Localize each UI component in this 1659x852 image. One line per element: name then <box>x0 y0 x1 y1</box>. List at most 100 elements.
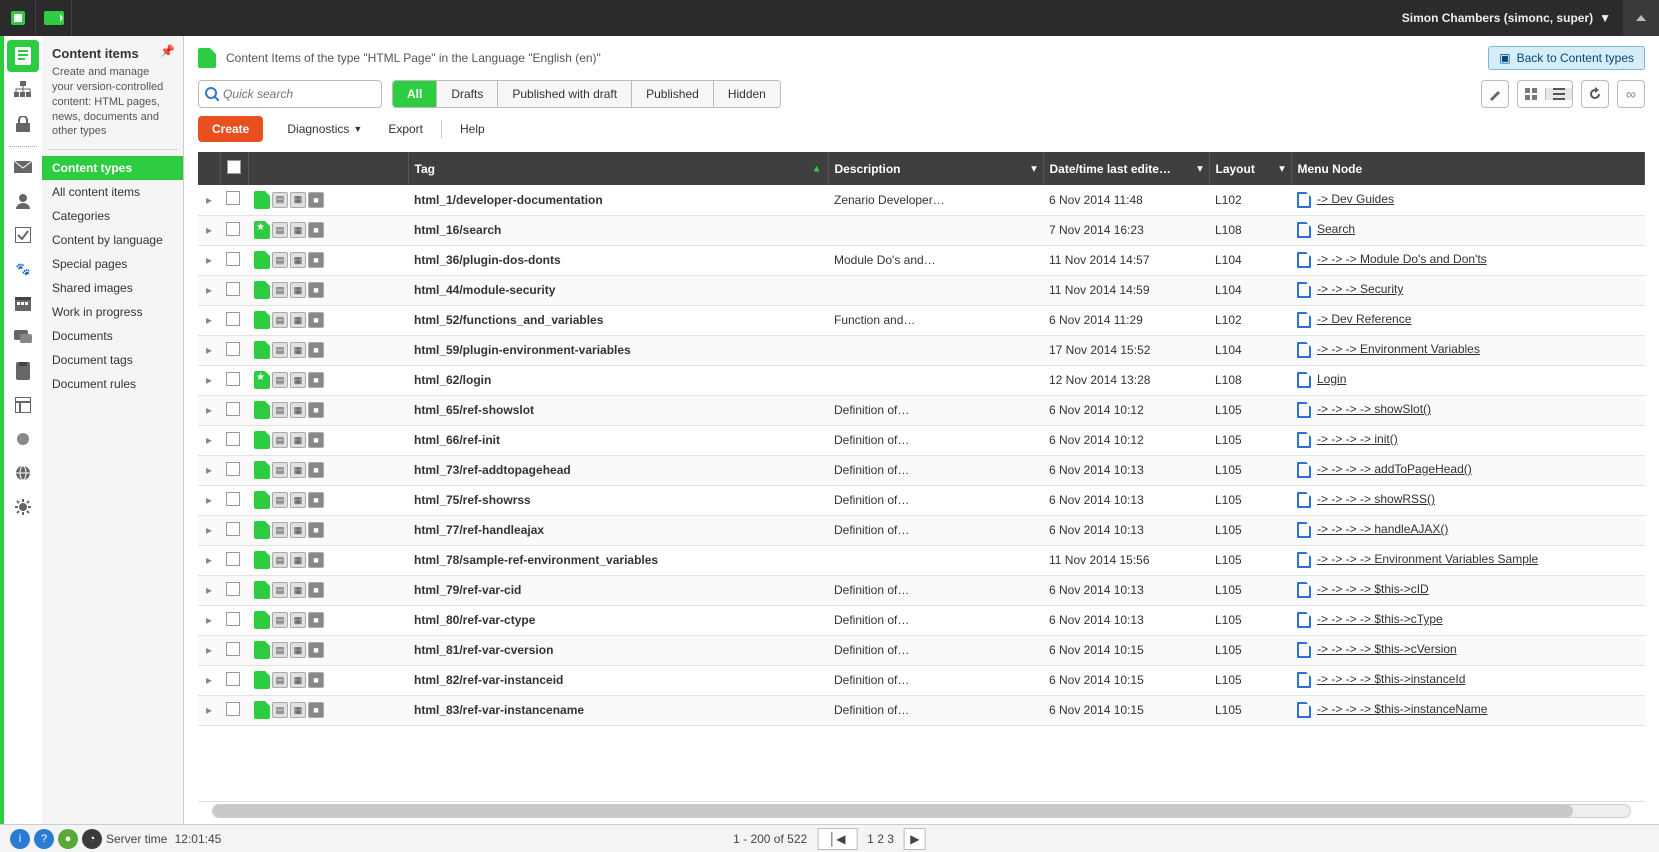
action-icon[interactable]: ▦ <box>290 252 306 268</box>
action-icon[interactable]: ▤ <box>272 312 288 328</box>
action-icon[interactable]: ▦ <box>290 612 306 628</box>
action-icon[interactable]: ▦ <box>290 702 306 718</box>
action-icon[interactable]: ▦ <box>290 552 306 568</box>
action-icon[interactable]: ▦ <box>290 342 306 358</box>
expand-icon[interactable]: ▸ <box>204 583 214 597</box>
edit-view-button[interactable] <box>1481 80 1509 108</box>
action-icon[interactable]: ▤ <box>272 522 288 538</box>
row-checkbox[interactable] <box>226 222 240 236</box>
rail-content-icon[interactable] <box>7 40 39 72</box>
row-checkbox[interactable] <box>226 522 240 536</box>
rail-gear-icon[interactable] <box>7 491 39 523</box>
cell-menu-link[interactable]: -> -> -> -> handleAJAX() <box>1317 522 1448 536</box>
expand-icon[interactable]: ▸ <box>204 553 214 567</box>
expand-icon[interactable]: ▸ <box>204 523 214 537</box>
action-icon[interactable]: ▤ <box>272 582 288 598</box>
row-checkbox[interactable] <box>226 282 240 296</box>
table-row[interactable]: ▸▤▦■html_77/ref-handleajaxDefinition of…… <box>198 515 1645 545</box>
action-icon[interactable]: ▤ <box>272 342 288 358</box>
action-icon[interactable]: ■ <box>308 252 324 268</box>
page-first[interactable]: │◀ <box>817 828 857 850</box>
action-icon[interactable]: ■ <box>308 192 324 208</box>
select-all-checkbox[interactable] <box>227 160 241 174</box>
secondary-tab[interactable] <box>36 0 72 36</box>
cell-menu-link[interactable]: -> -> -> -> $this->instanceName <box>1317 702 1487 716</box>
cell-menu-link[interactable]: -> -> -> -> $this->cID <box>1317 582 1429 596</box>
action-icon[interactable]: ■ <box>308 492 324 508</box>
action-icon[interactable]: ■ <box>308 372 324 388</box>
table-row[interactable]: ▸▤▦■html_78/sample-ref-environment_varia… <box>198 545 1645 575</box>
table-row[interactable]: ▸▤▦■html_80/ref-var-ctypeDefinition of…6… <box>198 605 1645 635</box>
col-tag[interactable]: Tag▲ <box>408 152 828 185</box>
cell-menu-link[interactable]: Login <box>1317 372 1346 386</box>
cell-menu-link[interactable]: -> -> -> -> showRSS() <box>1317 492 1435 506</box>
action-icon[interactable]: ■ <box>308 342 324 358</box>
help-icon[interactable]: ? <box>34 829 54 849</box>
row-checkbox[interactable] <box>226 492 240 506</box>
cell-menu-link[interactable]: -> -> -> -> Environment Variables Sample <box>1317 552 1538 566</box>
cell-menu-link[interactable]: -> -> -> -> $this->instanceId <box>1317 672 1465 686</box>
row-checkbox[interactable] <box>226 402 240 416</box>
col-checkbox[interactable] <box>220 152 248 185</box>
action-icon[interactable]: ■ <box>308 402 324 418</box>
table-row[interactable]: ▸▤▦■html_44/module-security11 Nov 2014 1… <box>198 275 1645 305</box>
action-icon[interactable]: ■ <box>308 222 324 238</box>
rail-paw-icon[interactable]: 🐾 <box>7 253 39 285</box>
col-description[interactable]: Description▾ <box>828 152 1043 185</box>
cell-menu-link[interactable]: -> -> -> Environment Variables <box>1317 342 1480 356</box>
expand-icon[interactable]: ▸ <box>204 613 214 627</box>
cell-menu-link[interactable]: -> -> -> Module Do's and Don'ts <box>1317 252 1487 266</box>
action-icon[interactable]: ▦ <box>290 522 306 538</box>
search-box[interactable] <box>198 80 382 108</box>
sidebar-item[interactable]: All content items <box>42 180 183 204</box>
search-input[interactable] <box>223 87 375 101</box>
action-icon[interactable]: ■ <box>308 282 324 298</box>
table-row[interactable]: ▸▤▦■html_66/ref-initDefinition of…6 Nov … <box>198 425 1645 455</box>
action-icon[interactable]: ▦ <box>290 672 306 688</box>
action-icon[interactable]: ▤ <box>272 222 288 238</box>
action-icon[interactable]: ▤ <box>272 282 288 298</box>
expand-icon[interactable]: ▸ <box>204 703 214 717</box>
row-checkbox[interactable] <box>226 252 240 266</box>
rail-clipboard-icon[interactable] <box>7 355 39 387</box>
sidebar-item[interactable]: Shared images <box>42 276 183 300</box>
cell-menu-link[interactable]: Search <box>1317 222 1355 236</box>
table-row[interactable]: ▸▤▦■html_79/ref-var-cidDefinition of…6 N… <box>198 575 1645 605</box>
table-row[interactable]: ▸▤▦■html_73/ref-addtopageheadDefinition … <box>198 455 1645 485</box>
action-icon[interactable]: ▤ <box>272 252 288 268</box>
expand-icon[interactable]: ▸ <box>204 643 214 657</box>
action-icon[interactable]: ▤ <box>272 612 288 628</box>
app-logo-tab[interactable] <box>0 0 36 36</box>
row-checkbox[interactable] <box>226 372 240 386</box>
table-row[interactable]: ▸▤▦■html_36/plugin-dos-dontsModule Do's … <box>198 245 1645 275</box>
action-icon[interactable]: ▤ <box>272 192 288 208</box>
table-row[interactable]: ▸▤▦■html_52/functions_and_variablesFunct… <box>198 305 1645 335</box>
action-icon[interactable]: ▦ <box>290 282 306 298</box>
rail-circle-icon[interactable] <box>7 423 39 455</box>
cell-menu-link[interactable]: -> -> -> -> init() <box>1317 432 1398 446</box>
action-icon[interactable]: ▦ <box>290 402 306 418</box>
grid-view-icon[interactable] <box>1518 88 1546 100</box>
rail-chat-icon[interactable] <box>7 321 39 353</box>
row-checkbox[interactable] <box>226 582 240 596</box>
expand-icon[interactable]: ▸ <box>204 223 214 237</box>
cell-menu-link[interactable]: -> -> -> -> showSlot() <box>1317 402 1431 416</box>
expand-icon[interactable]: ▸ <box>204 403 214 417</box>
action-icon[interactable]: ■ <box>308 672 324 688</box>
cell-menu-link[interactable]: -> Dev Guides <box>1317 192 1394 206</box>
row-checkbox[interactable] <box>226 432 240 446</box>
table-row[interactable]: ▸▤▦■html_82/ref-var-instanceidDefinition… <box>198 665 1645 695</box>
expand-icon[interactable]: ▸ <box>204 493 214 507</box>
row-checkbox[interactable] <box>226 191 240 205</box>
back-link[interactable]: ▣ Back to Content types <box>1488 46 1645 70</box>
collapse-panel-icon[interactable] <box>1623 0 1659 36</box>
expand-icon[interactable]: ▸ <box>204 193 214 207</box>
rail-check-icon[interactable] <box>7 219 39 251</box>
view-options-button[interactable]: ∞ <box>1617 80 1645 108</box>
expand-icon[interactable]: ▸ <box>204 673 214 687</box>
action-icon[interactable]: ■ <box>308 642 324 658</box>
table-row[interactable]: ▸▤▦■html_1/developer-documentationZenari… <box>198 185 1645 215</box>
row-checkbox[interactable] <box>226 702 240 716</box>
expand-icon[interactable]: ▸ <box>204 463 214 477</box>
user-menu[interactable]: Simon Chambers (simonc, super) ▼ <box>1390 11 1623 25</box>
